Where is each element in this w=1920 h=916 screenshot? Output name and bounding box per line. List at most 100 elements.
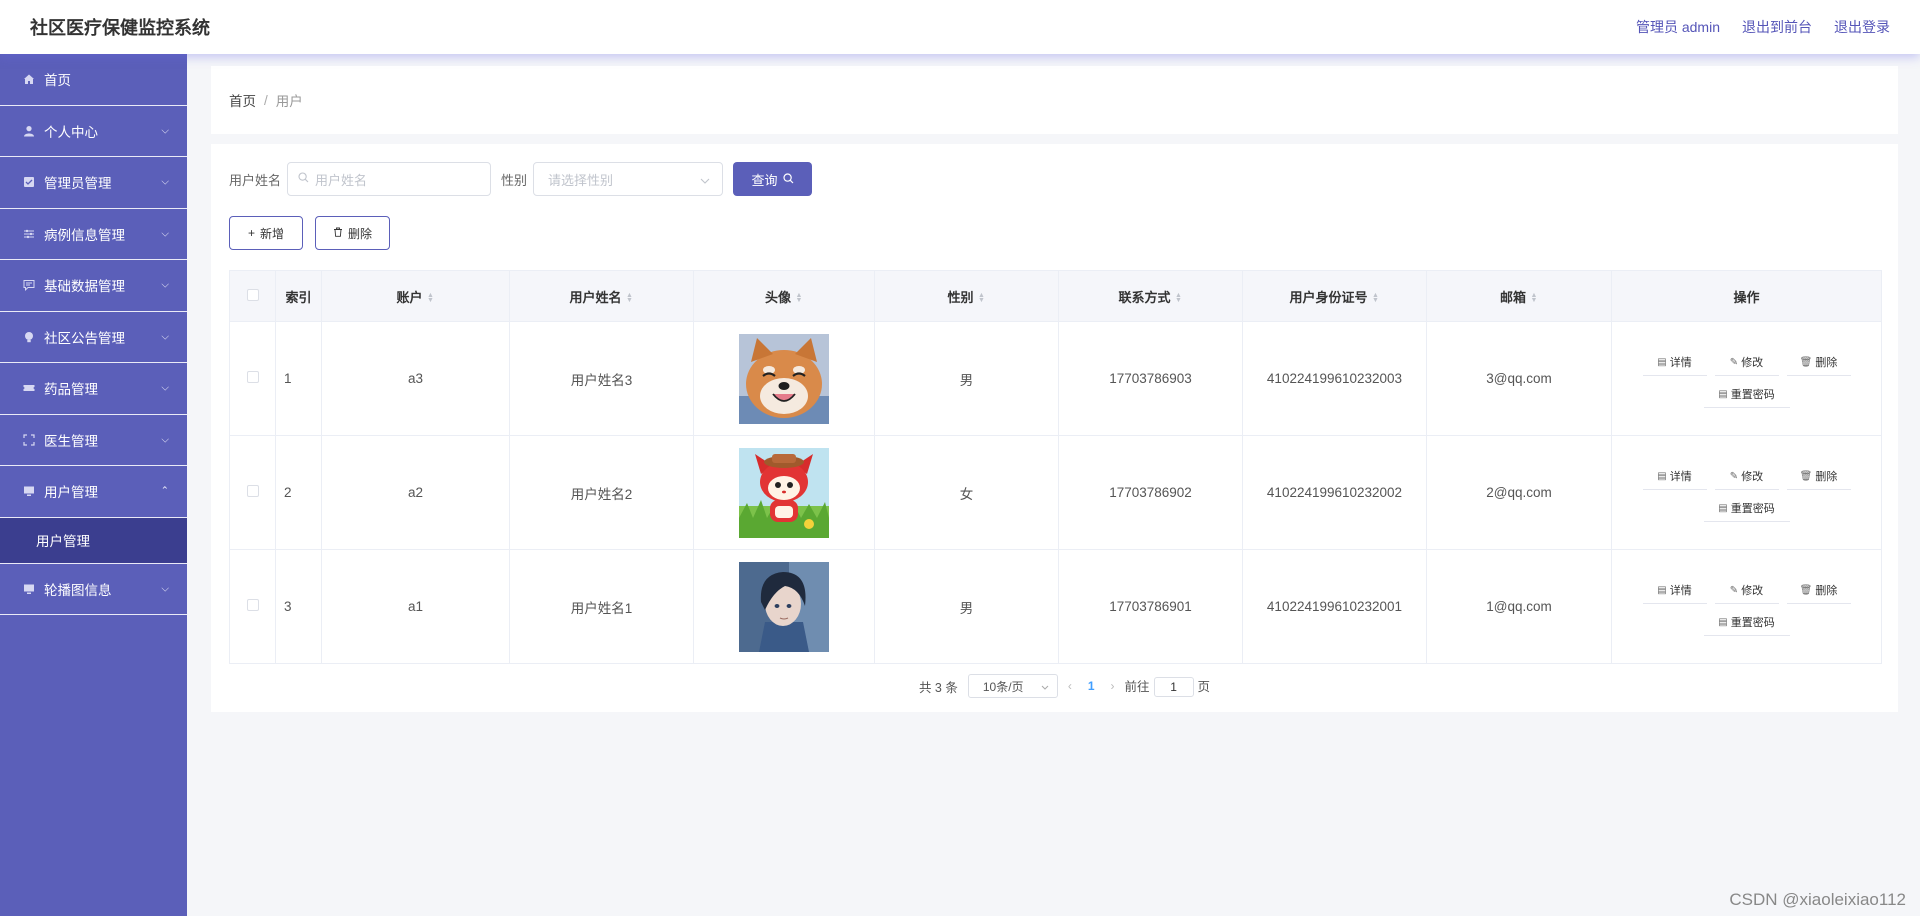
cell-id-card: 410224199610232001 xyxy=(1242,549,1427,664)
page-size-value: 10条/页 xyxy=(982,679,1024,694)
sort-icon[interactable]: ▲ ▼ xyxy=(978,292,986,304)
sidebar-item-case-management[interactable]: 病例信息管理 ⌵ xyxy=(0,209,187,260)
row-actions: ▤ 详情 ✎ 修改 🗑︎ 删除 ▤ 重置密码 xyxy=(1612,349,1881,408)
cell-email: 1@qq.com xyxy=(1426,549,1612,664)
avatar-anime-boy[interactable] xyxy=(739,561,829,652)
add-button-label: 新增 xyxy=(260,226,285,241)
goto-page-input[interactable]: 1 xyxy=(1153,676,1194,697)
cell-account: a2 xyxy=(321,435,510,550)
table-row: 3 a1 用户姓名1 男 17703786901 410224199610232… xyxy=(229,549,1882,664)
row-delete-button[interactable]: 🗑︎ 删除 xyxy=(1786,463,1851,490)
col-header-label: 性别 xyxy=(947,289,974,305)
col-header-label: 邮箱 xyxy=(1499,289,1526,305)
sidebar-item-medicine[interactable]: 药品管理 ⌵ xyxy=(0,363,187,415)
chevron-down-icon: ⌵ xyxy=(161,228,169,240)
col-header-avatar[interactable]: 头像 ▲ ▼ xyxy=(693,270,875,322)
detail-label: 详情 xyxy=(1669,585,1692,597)
logout-link[interactable]: 退出登录 xyxy=(1834,17,1890,37)
next-page-button[interactable]: › xyxy=(1111,679,1115,693)
page-number-current[interactable]: 1 xyxy=(1088,679,1095,693)
col-header-name[interactable]: 用户姓名 ▲ ▼ xyxy=(509,270,694,322)
cell-actions: ▤ 详情 ✎ 修改 🗑︎ 删除 ▤ 重置密码 xyxy=(1611,549,1882,664)
cell-name: 用户姓名1 xyxy=(509,549,694,664)
sort-icon[interactable]: ▲ ▼ xyxy=(1175,292,1183,304)
sidebar-item-carousel[interactable]: 轮播图信息 ⌵ xyxy=(0,564,187,615)
sort-icon[interactable]: ▲ ▼ xyxy=(795,292,803,304)
sidebar-item-user-management[interactable]: 用户管理 ⌃ xyxy=(0,466,187,518)
col-header-email[interactable]: 邮箱 ▲ ▼ xyxy=(1426,270,1612,322)
exit-to-front-link[interactable]: 退出到前台 xyxy=(1742,17,1812,37)
col-header-account[interactable]: 账户 ▲ ▼ xyxy=(321,270,510,322)
col-header-phone[interactable]: 联系方式 ▲ ▼ xyxy=(1058,270,1243,322)
cell-account: a3 xyxy=(321,321,510,436)
breadcrumb-home[interactable]: 首页 xyxy=(229,90,256,110)
action-bar: + 新增 删除 xyxy=(229,216,390,250)
prev-page-button[interactable]: ‹ xyxy=(1068,679,1072,693)
sidebar-item-basic-data[interactable]: 基础数据管理 ⌵ xyxy=(0,260,187,312)
gender-select[interactable]: 请选择性别 xyxy=(533,162,724,196)
col-header-gender[interactable]: 性别 ▲ ▼ xyxy=(874,270,1059,322)
pencil-icon: ✎ xyxy=(1729,356,1739,368)
cell-index: 2 xyxy=(275,435,322,550)
plus-icon: + xyxy=(247,226,255,240)
sort-icon[interactable]: ▲ ▼ xyxy=(626,292,634,304)
chevron-down-icon: ⌵ xyxy=(161,583,169,595)
table-row: 1 a3 用户姓名3 男 17703786903 410224199610232… xyxy=(229,321,1882,436)
edit-button[interactable]: ✎ 修改 xyxy=(1714,349,1779,376)
trash-icon xyxy=(333,226,343,240)
row-actions: ▤ 详情 ✎ 修改 🗑︎ 删除 ▤ 重置密码 xyxy=(1612,463,1881,522)
search-icon xyxy=(782,172,794,187)
sidebar-item-admin-management[interactable]: 管理员管理 ⌵ xyxy=(0,157,187,209)
delete-label: 删除 xyxy=(1815,471,1838,483)
detail-button[interactable]: ▤ 详情 xyxy=(1642,577,1707,604)
avatar-shiba-dog[interactable] xyxy=(739,333,829,424)
col-header-label: 账户 xyxy=(396,289,423,305)
sidebar-item-label: 用户管理 xyxy=(44,485,98,501)
reset-password-button[interactable]: ▤ 重置密码 xyxy=(1703,495,1790,522)
gender-select-placeholder: 请选择性别 xyxy=(548,172,614,188)
monitor-icon xyxy=(22,582,36,596)
edit-button[interactable]: ✎ 修改 xyxy=(1714,463,1779,490)
detail-button[interactable]: ▤ 详情 xyxy=(1642,463,1707,490)
chevron-down-icon: ⌵ xyxy=(161,125,169,137)
sidebar-item-announcement[interactable]: 社区公告管理 ⌵ xyxy=(0,312,187,363)
batch-delete-button[interactable]: 删除 xyxy=(315,216,390,250)
sidebar-subitem-user-management[interactable]: 用户管理 xyxy=(0,517,187,564)
sidebar-item-home[interactable]: 首页 xyxy=(0,54,187,106)
cell-name: 用户姓名3 xyxy=(509,321,694,436)
row-delete-button[interactable]: 🗑︎ 删除 xyxy=(1786,349,1851,376)
page-size-select[interactable]: 10条/页 xyxy=(967,674,1058,698)
col-header-actions: 操作 xyxy=(1611,270,1882,322)
avatar-cartoon-fox[interactable] xyxy=(739,447,829,538)
row-checkbox[interactable] xyxy=(246,371,259,383)
name-search-placeholder: 用户姓名 xyxy=(315,172,368,188)
query-button[interactable]: 查询 xyxy=(733,162,813,196)
cell-phone: 17703786903 xyxy=(1058,321,1243,436)
add-button[interactable]: + 新增 xyxy=(229,216,303,250)
row-select-cell xyxy=(229,321,276,436)
name-search-input[interactable]: 用户姓名 xyxy=(287,162,492,196)
cell-avatar xyxy=(693,321,875,436)
col-header-id-card[interactable]: 用户身份证号 ▲ ▼ xyxy=(1242,270,1427,322)
row-delete-button[interactable]: 🗑︎ 删除 xyxy=(1786,577,1851,604)
select-all-checkbox[interactable] xyxy=(246,288,259,301)
sort-icon[interactable]: ▲ ▼ xyxy=(1530,292,1538,304)
reset-password-button[interactable]: ▤ 重置密码 xyxy=(1703,609,1790,636)
edit-button[interactable]: ✎ 修改 xyxy=(1714,577,1779,604)
chevron-down-icon: ⌵ xyxy=(161,279,169,291)
sort-icon[interactable]: ▲ ▼ xyxy=(1372,292,1380,304)
sort-icon[interactable]: ▲ ▼ xyxy=(427,292,435,304)
sidebar: 首页 个人中心 ⌵ 管理员管理 ⌵ 病例信息管理 ⌵ 基础数据管理 ⌵ 社区公告… xyxy=(0,54,187,916)
cell-account: a1 xyxy=(321,549,510,664)
breadcrumb-current: 用户 xyxy=(275,94,303,109)
row-checkbox[interactable] xyxy=(246,599,259,611)
trash-icon: 🗑︎ xyxy=(1799,584,1813,596)
reset-password-button[interactable]: ▤ 重置密码 xyxy=(1703,381,1790,408)
admin-user-label[interactable]: 管理员 admin xyxy=(1636,17,1720,37)
sidebar-item-personal-center[interactable]: 个人中心 ⌵ xyxy=(0,106,187,157)
cell-email: 2@qq.com xyxy=(1426,435,1612,550)
row-checkbox[interactable] xyxy=(246,485,259,497)
sidebar-item-doctor[interactable]: 医生管理 ⌵ xyxy=(0,415,187,466)
sidebar-item-label: 医生管理 xyxy=(44,433,98,449)
detail-button[interactable]: ▤ 详情 xyxy=(1642,349,1707,376)
